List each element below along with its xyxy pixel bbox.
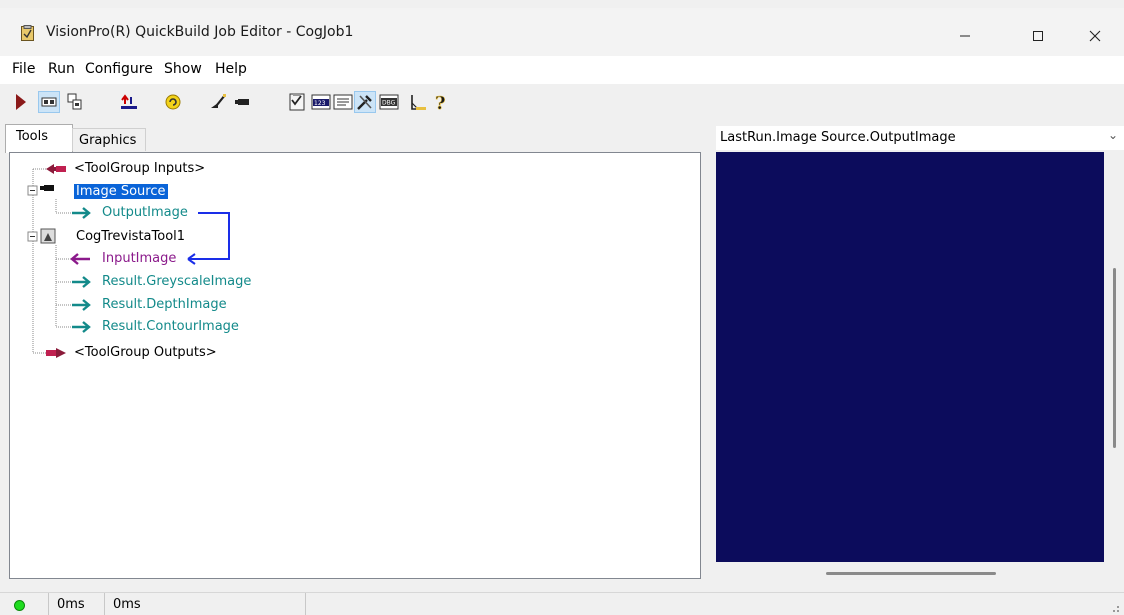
- maximize-button[interactable]: [1015, 16, 1061, 56]
- image-display[interactable]: [716, 152, 1104, 562]
- result-greyscale-arrow-icon: [72, 276, 91, 288]
- tools-button[interactable]: [354, 91, 376, 113]
- status-time-1: 0ms: [57, 597, 85, 612]
- tree-trevista-tool[interactable]: CogTrevistaTool1: [76, 229, 185, 244]
- output-arrow-icon: [72, 207, 91, 219]
- horizontal-scrollbar[interactable]: [716, 562, 1104, 592]
- clipboard-app-icon: [21, 25, 34, 41]
- output-group-icon: [46, 348, 66, 358]
- status-indicator-icon: [14, 600, 25, 611]
- horizontal-scroll-thumb[interactable]: [826, 572, 996, 575]
- image-display-icon: [41, 97, 57, 107]
- menu-file[interactable]: File: [12, 61, 35, 77]
- status-cell-1: 0ms: [48, 593, 105, 615]
- chevron-down-icon: ⌄: [1107, 128, 1118, 142]
- link-line: [188, 212, 230, 260]
- tree-input-image[interactable]: InputImage: [102, 251, 176, 266]
- result-contour-arrow-icon: [72, 321, 91, 333]
- tool-display-icon[interactable]: [64, 91, 86, 113]
- tool-tree[interactable]: <ToolGroup Inputs> Image Source OutputIm…: [9, 152, 701, 579]
- tree-toolgroup-inputs[interactable]: <ToolGroup Inputs>: [74, 161, 205, 176]
- title-bar[interactable]: VisionPro(R) QuickBuild Job Editor - Cog…: [0, 8, 1124, 56]
- status-bar: 0ms 0ms: [0, 592, 1124, 615]
- tree-result-contour[interactable]: Result.ContourImage: [102, 319, 239, 334]
- input-arrow-icon: [70, 253, 90, 265]
- toolbar: 123 DBG ?: [0, 84, 1124, 120]
- image-selector-dropdown[interactable]: LastRun.Image Source.OutputImage ⌄: [716, 126, 1124, 150]
- tree-toolgroup-outputs[interactable]: <ToolGroup Outputs>: [74, 345, 217, 360]
- tree-output-image[interactable]: OutputImage: [102, 205, 188, 220]
- camera-icon: [40, 185, 54, 191]
- close-icon: [1089, 30, 1101, 42]
- tree-image-source[interactable]: Image Source: [74, 184, 168, 199]
- close-button[interactable]: [1072, 16, 1118, 56]
- window-title: VisionPro(R) QuickBuild Job Editor - Cog…: [46, 24, 354, 40]
- tab-graphics[interactable]: Graphics: [72, 128, 146, 151]
- minimize-button[interactable]: [942, 16, 988, 56]
- maximize-icon: [1033, 31, 1043, 41]
- tools-icon: [357, 95, 372, 110]
- menu-help[interactable]: Help: [215, 61, 247, 77]
- help-icon[interactable]: ?: [430, 91, 452, 113]
- input-group-icon: [46, 164, 66, 174]
- debug-icon[interactable]: DBG: [378, 91, 400, 113]
- minimize-icon: [960, 35, 970, 37]
- image-display-button[interactable]: [38, 91, 60, 113]
- camera-icon[interactable]: [232, 91, 254, 113]
- menu-bar: File Run Configure Show Help: [0, 56, 1124, 84]
- tab-tools-label: Tools: [16, 129, 49, 144]
- load-icon[interactable]: [118, 91, 140, 113]
- result-depth-arrow-icon: [72, 299, 91, 311]
- tree-result-greyscale[interactable]: Result.GreyscaleImage: [102, 274, 251, 289]
- run-icon[interactable]: [10, 91, 32, 113]
- svg-text:DBG: DBG: [382, 100, 396, 107]
- main-window: VisionPro(R) QuickBuild Job Editor - Cog…: [0, 0, 1124, 615]
- menu-configure[interactable]: Configure: [85, 61, 153, 77]
- refresh-icon[interactable]: [162, 91, 184, 113]
- menu-run[interactable]: Run: [48, 61, 75, 77]
- numbers-icon[interactable]: 123: [310, 91, 332, 113]
- vertical-scrollbar[interactable]: [1104, 152, 1124, 592]
- results-icon[interactable]: [286, 91, 308, 113]
- status-cell-2: 0ms: [104, 593, 306, 615]
- tab-tools[interactable]: Tools: [5, 124, 73, 153]
- vertical-scroll-thumb[interactable]: [1113, 268, 1116, 448]
- menu-show[interactable]: Show: [164, 61, 202, 77]
- svg-text:?: ?: [435, 93, 446, 113]
- text-icon[interactable]: [332, 91, 354, 113]
- edit-icon[interactable]: [208, 91, 230, 113]
- measure-icon[interactable]: [408, 91, 430, 113]
- status-time-2: 0ms: [113, 597, 141, 612]
- resize-grip-icon[interactable]: [1108, 601, 1120, 613]
- tree-result-depth[interactable]: Result.DepthImage: [102, 297, 227, 312]
- svg-text:123: 123: [314, 100, 326, 107]
- image-selector-value: LastRun.Image Source.OutputImage: [720, 130, 956, 145]
- trevista-tool-icon: [40, 228, 56, 244]
- tab-graphics-label: Graphics: [79, 133, 137, 148]
